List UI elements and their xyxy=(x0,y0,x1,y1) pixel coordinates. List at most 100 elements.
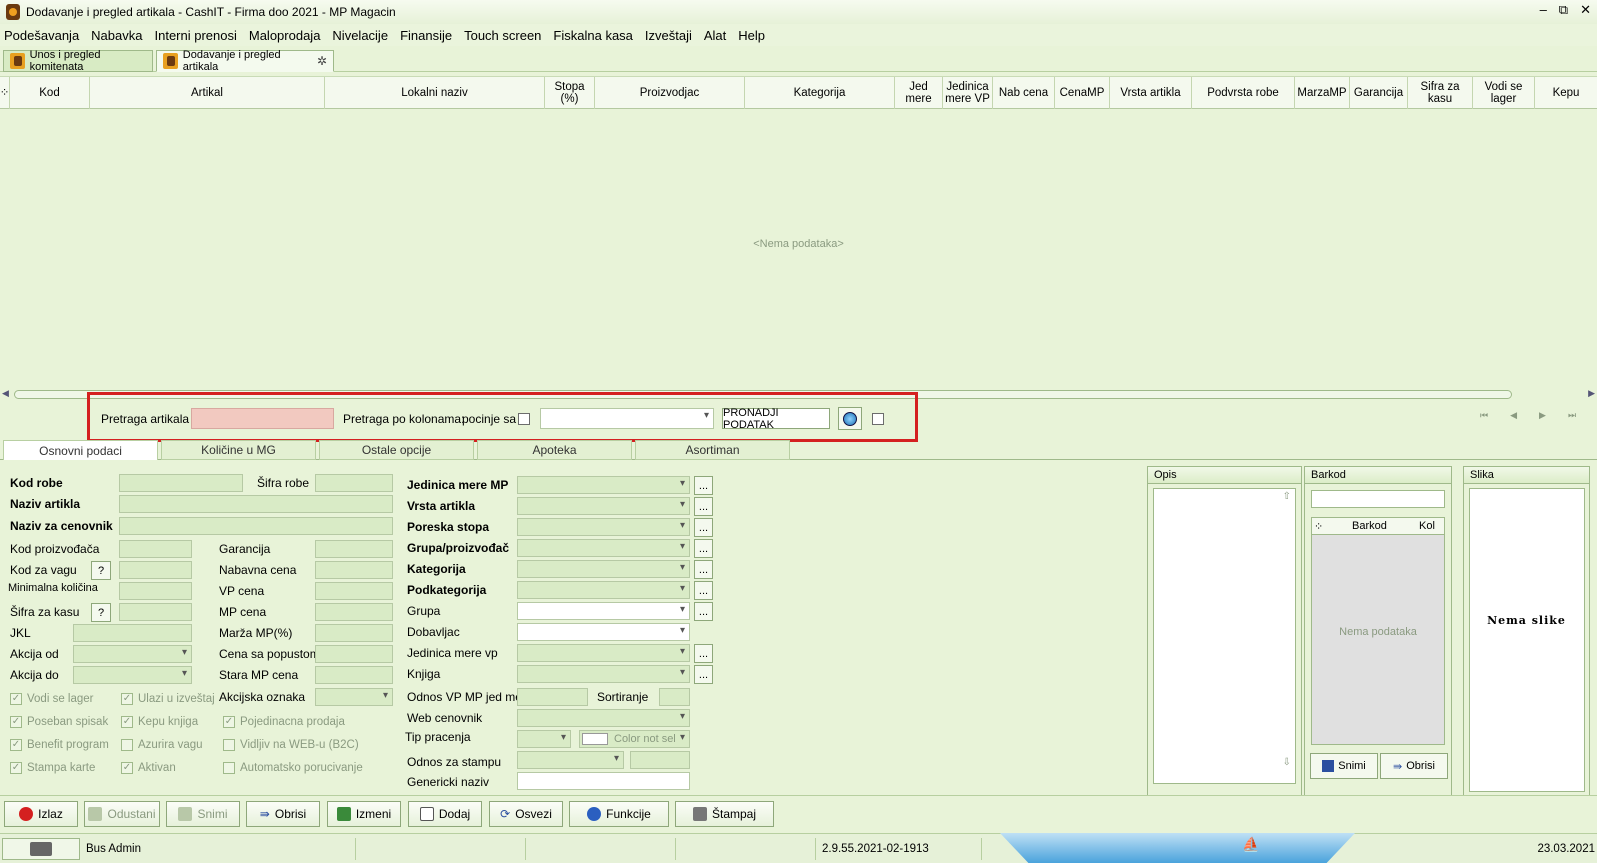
podkategorija-select[interactable] xyxy=(517,581,690,599)
checkbox-azurira-vagu[interactable]: Azurira vagu xyxy=(121,739,203,751)
izmeni-button[interactable]: Izmeni xyxy=(327,801,401,827)
minimize-button[interactable]: – xyxy=(1540,2,1547,18)
pin-icon[interactable]: ✲ xyxy=(317,54,327,68)
col-marzamp[interactable]: MarzaMP xyxy=(1295,77,1350,109)
column-select[interactable] xyxy=(540,408,714,429)
web-cenovnik-select[interactable] xyxy=(517,709,690,727)
menu-podesavanja[interactable]: Podešavanja xyxy=(4,28,79,43)
izlaz-button[interactable]: Izlaz xyxy=(4,801,78,827)
naziv-artikla-input[interactable] xyxy=(119,495,393,513)
kod-robe-input[interactable] xyxy=(119,474,243,492)
akcijska-oznaka-select[interactable] xyxy=(315,688,393,706)
vrsta-artikla-select[interactable] xyxy=(517,497,690,515)
snimi-button[interactable]: Snimi xyxy=(166,801,240,827)
col-podvrsta-robe[interactable]: Podvrsta robe xyxy=(1192,77,1295,109)
kategorija-select[interactable] xyxy=(517,560,690,578)
mp-cena-input[interactable] xyxy=(315,603,393,621)
menu-touch-screen[interactable]: Touch screen xyxy=(464,28,541,43)
kod-proizvodjaca-input[interactable] xyxy=(119,540,192,558)
menu-alat[interactable]: Alat xyxy=(704,28,726,43)
col-kod[interactable]: Kod xyxy=(10,77,90,109)
dodaj-button[interactable]: Dodaj xyxy=(408,801,482,827)
vrsta-artikla-browse-button[interactable]: ... xyxy=(694,497,713,516)
opis-scroll-down-icon[interactable]: ⇩ xyxy=(1283,757,1291,768)
minimalna-kolicina-input[interactable] xyxy=(119,582,192,600)
tab-ostale-opcije[interactable]: Ostale opcije xyxy=(319,440,474,460)
tab-asortiman[interactable]: Asortiman xyxy=(635,440,790,460)
checkbox-vodi-se-lager[interactable]: ✓ Vodi se lager xyxy=(10,693,94,705)
menu-help[interactable]: Help xyxy=(738,28,765,43)
col-sifra-za-kasu[interactable]: Sifra za kasu xyxy=(1408,77,1473,109)
osvezi-button[interactable]: ⟳ Osvezi xyxy=(489,801,563,827)
menu-fiskalna-kasa[interactable]: Fiskalna kasa xyxy=(553,28,632,43)
col-jedinica-mere-vp[interactable]: Jedinica mere VP xyxy=(943,77,993,109)
find-button[interactable]: PRONADJI PODATAK xyxy=(722,407,830,431)
barkod-grid[interactable]: ⁘ Barkod Kol Nema podataka xyxy=(1311,517,1445,745)
barkod-obrisi-button[interactable]: ⇛ Obrisi xyxy=(1380,753,1448,779)
podkategorija-browse-button[interactable]: ... xyxy=(694,581,713,600)
akcija-od-date[interactable] xyxy=(73,645,192,663)
naziv-cenovnik-input[interactable] xyxy=(119,517,393,535)
jedinica-mere-vp-select[interactable] xyxy=(517,644,690,662)
barkod-col-kol[interactable]: Kol xyxy=(1419,520,1435,532)
checkbox-aktivan[interactable]: ✓ Aktivan xyxy=(121,762,176,774)
poreska-stopa-browse-button[interactable]: ... xyxy=(694,518,713,537)
akcija-do-date[interactable] xyxy=(73,666,192,684)
search-globe-button[interactable] xyxy=(838,407,862,430)
col-jed-mere[interactable]: Jed mere xyxy=(895,77,943,109)
close-button[interactable]: ✕ xyxy=(1580,2,1591,18)
kod-za-vagu-input[interactable] xyxy=(119,561,192,579)
odnos-vp-mp-input[interactable] xyxy=(517,688,588,706)
opis-textarea[interactable] xyxy=(1153,488,1296,784)
dobavljac-select[interactable] xyxy=(517,623,690,641)
col-nab-cena[interactable]: Nab cena xyxy=(993,77,1055,109)
grupa-proizvodjac-select[interactable] xyxy=(517,539,690,557)
tab-kolicine-mg[interactable]: Količine u MG xyxy=(161,440,316,460)
sifra-robe-input[interactable] xyxy=(315,474,393,492)
kod-za-vagu-help-button[interactable]: ? xyxy=(91,561,111,580)
odnos-za-stampu-input[interactable] xyxy=(630,751,690,769)
cena-sa-popustom-input[interactable] xyxy=(315,645,393,663)
checkbox-pojedinacna-prodaja[interactable]: ✓ Pojedinacna prodaja xyxy=(223,716,345,728)
col-vrsta-artikla[interactable]: Vrsta artikla xyxy=(1110,77,1192,109)
col-lokalni-naziv[interactable]: Lokalni naziv xyxy=(325,77,545,109)
tab-osnovni-podaci[interactable]: Osnovni podaci xyxy=(3,440,158,461)
starts-with-checkbox[interactable] xyxy=(518,413,530,425)
vp-cena-input[interactable] xyxy=(315,582,393,600)
slika-image-box[interactable] xyxy=(1469,488,1585,792)
col-kategorija[interactable]: Kategorija xyxy=(745,77,895,109)
grupa-select[interactable] xyxy=(517,602,690,620)
sifra-za-kasu-input[interactable] xyxy=(119,603,192,621)
checkbox-automatsko-porucivanje[interactable]: Automatsko porucivanje xyxy=(223,762,363,774)
poreska-stopa-select[interactable] xyxy=(517,518,690,536)
color-select[interactable]: Color not sel xyxy=(579,730,690,748)
garancija-input[interactable] xyxy=(315,540,393,558)
menu-izvestaji[interactable]: Izveštaji xyxy=(645,28,692,43)
tab-unos-komitenata[interactable]: Unos i pregled komitenata xyxy=(3,49,153,73)
last-record-icon[interactable]: ⏭ xyxy=(1568,410,1576,421)
sifra-za-kasu-help-button[interactable]: ? xyxy=(91,603,111,622)
jedinica-mere-vp-browse-button[interactable]: ... xyxy=(694,644,713,663)
funkcije-button[interactable]: Funkcije xyxy=(569,801,669,827)
genericki-naziv-input[interactable] xyxy=(517,772,690,790)
stara-mp-cena-input[interactable] xyxy=(315,666,393,684)
nabavna-cena-input[interactable] xyxy=(315,561,393,579)
checkbox-stampa-karte[interactable]: ✓ Stampa karte xyxy=(10,762,95,774)
jkl-input[interactable] xyxy=(73,624,192,642)
col-stopa[interactable]: Stopa (%) xyxy=(545,77,595,109)
checkbox-ulazi-u-izvestaj[interactable]: ✓ Ulazi u izveštaj xyxy=(121,693,215,705)
odnos-za-stampu-select[interactable] xyxy=(517,751,624,769)
barkod-input[interactable] xyxy=(1311,490,1445,508)
search-input[interactable] xyxy=(191,408,334,429)
scroll-left-icon[interactable]: ◀ xyxy=(2,388,9,399)
col-vodi-se-lager[interactable]: Vodi se lager xyxy=(1473,77,1535,109)
menu-nabavka[interactable]: Nabavka xyxy=(91,28,142,43)
obrisi-button[interactable]: ⇛ Obrisi xyxy=(246,801,320,827)
jedinica-mere-mp-select[interactable] xyxy=(517,476,690,494)
marza-mp-input[interactable] xyxy=(315,624,393,642)
tab-dodavanje-artikala[interactable]: Dodavanje i pregled artikala ✲ xyxy=(156,49,334,73)
barkod-col-barkod[interactable]: Barkod xyxy=(1352,520,1387,532)
col-artikal[interactable]: Artikal xyxy=(90,77,325,109)
checkbox-poseban-spisak[interactable]: ✓ Poseban spisak xyxy=(10,716,108,728)
menu-interni-prenosi[interactable]: Interni prenosi xyxy=(154,28,236,43)
